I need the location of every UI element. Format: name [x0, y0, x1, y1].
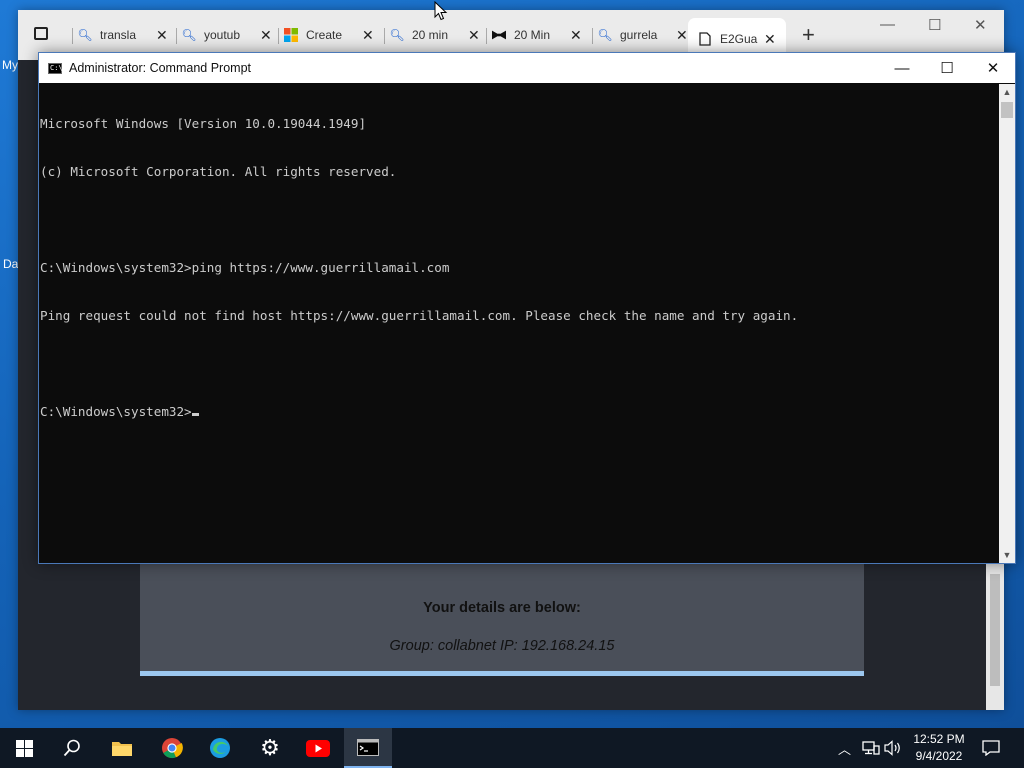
- network-button[interactable]: [862, 728, 880, 768]
- command-prompt-window: C:\ Administrator: Command Prompt — ☐ ✕ …: [38, 52, 1016, 564]
- minimize-button[interactable]: —: [879, 53, 925, 83]
- console-output[interactable]: Microsoft Windows [Version 10.0.19044.19…: [40, 84, 1000, 562]
- bowtie-icon: [492, 28, 506, 42]
- tab-label: 20 min: [412, 28, 449, 42]
- chrome-button[interactable]: [148, 728, 196, 768]
- network-icon: [862, 741, 880, 755]
- settings-button[interactable]: ⚙: [246, 728, 294, 768]
- microsoft-logo-icon: [284, 28, 298, 42]
- cmd-title-bar[interactable]: C:\ Administrator: Command Prompt — ☐ ✕: [39, 53, 1015, 83]
- tab-label: 20 Min: [514, 28, 551, 42]
- desktop-icon-label[interactable]: My: [2, 58, 18, 72]
- tab-actions-icon[interactable]: [34, 27, 48, 40]
- close-icon[interactable]: ✕: [362, 27, 374, 44]
- command-prompt-taskbar-button[interactable]: [344, 728, 392, 768]
- page-scrollbar[interactable]: [986, 560, 1004, 710]
- console-prompt: C:\Windows\system32>: [40, 404, 192, 419]
- tab-youtube[interactable]: 🔍︎ youtub ✕: [176, 22, 272, 48]
- clock[interactable]: 12:52 PM 9/4/2022: [906, 731, 972, 765]
- console-icon: [357, 738, 379, 756]
- close-icon[interactable]: ✕: [676, 27, 688, 44]
- notification-icon: [982, 740, 1000, 756]
- edge-button[interactable]: [196, 728, 244, 768]
- tab-create[interactable]: Create ✕: [278, 22, 374, 48]
- volume-button[interactable]: [884, 728, 902, 768]
- console-line: Microsoft Windows [Version 10.0.19044.19…: [40, 116, 367, 131]
- tab-label: youtub: [204, 28, 241, 42]
- youtube-icon: [306, 739, 330, 757]
- tab-label: gurrela: [620, 28, 658, 42]
- details-line: Group: collabnet IP: 192.168.24.15: [389, 638, 615, 654]
- details-title: Your details are below:: [423, 600, 581, 616]
- cmd-scrollbar[interactable]: ▲ ▼: [999, 84, 1015, 563]
- taskbar: ⚙ ︿ 12:52 PM 9/4/2022: [0, 728, 1024, 768]
- speaker-icon: [884, 740, 900, 756]
- search-icon: 🔍︎: [181, 28, 197, 42]
- clock-date: 9/4/2022: [915, 749, 963, 763]
- scroll-up-arrow-icon[interactable]: ▲: [999, 84, 1015, 100]
- maximize-icon[interactable]: ☐: [928, 16, 941, 34]
- maximize-button[interactable]: ☐: [924, 53, 970, 83]
- page-icon: [698, 32, 712, 46]
- edge-icon: [210, 738, 230, 758]
- search-button[interactable]: [48, 728, 96, 768]
- close-button[interactable]: ✕: [970, 53, 1016, 83]
- new-tab-button[interactable]: +: [802, 22, 815, 48]
- tab-translate[interactable]: 🔍︎ transla ✕: [72, 22, 168, 48]
- search-icon: 🔍︎: [389, 28, 405, 42]
- tab-20-min[interactable]: 🔍︎ 20 min ✕: [384, 22, 480, 48]
- scroll-down-arrow-icon[interactable]: ▼: [999, 547, 1015, 563]
- close-icon[interactable]: ✕: [764, 31, 776, 48]
- mouse-cursor-icon: [434, 1, 448, 21]
- show-hidden-icons-button[interactable]: ︿: [838, 728, 851, 768]
- console-line: (c) Microsoft Corporation. All rights re…: [40, 164, 397, 179]
- tab-label: E2Gua: [720, 32, 758, 46]
- close-icon[interactable]: ✕: [974, 16, 987, 34]
- windows-logo-icon: [15, 739, 33, 757]
- search-icon: [63, 739, 80, 757]
- tab-gurrela[interactable]: 🔍︎ gurrela ✕: [592, 22, 688, 48]
- minimize-icon[interactable]: —: [880, 16, 895, 33]
- tab-20-minute-mail[interactable]: 20 Min ✕: [486, 22, 582, 48]
- close-icon[interactable]: ✕: [156, 27, 168, 44]
- desktop-icon-label[interactable]: Da: [3, 257, 18, 271]
- console-icon: C:\: [48, 62, 63, 74]
- tab-label: transla: [100, 28, 137, 42]
- text-cursor: [191, 413, 199, 416]
- console-line: Ping request could not find host https:/…: [40, 308, 799, 323]
- chrome-icon: [162, 738, 183, 759]
- console-prompt-line[interactable]: C:\Windows\system32>: [40, 404, 1000, 420]
- tab-label: Create: [306, 28, 343, 42]
- gear-icon: ⚙: [260, 735, 280, 760]
- clock-time: 12:52 PM: [913, 732, 965, 746]
- close-icon[interactable]: ✕: [570, 27, 582, 44]
- close-icon[interactable]: ✕: [468, 27, 480, 44]
- close-icon[interactable]: ✕: [260, 27, 272, 44]
- youtube-button[interactable]: [294, 728, 342, 768]
- cmd-window-title: Administrator: Command Prompt: [69, 61, 252, 75]
- folder-icon: [112, 742, 132, 756]
- search-icon: 🔍︎: [597, 28, 613, 42]
- details-card: Your details are below: Group: collabnet…: [140, 562, 864, 676]
- start-button[interactable]: [0, 728, 48, 768]
- console-line: C:\Windows\system32>ping https://www.gue…: [40, 260, 450, 275]
- scrollbar-thumb[interactable]: [1001, 102, 1013, 118]
- scrollbar-thumb[interactable]: [990, 574, 1000, 686]
- file-explorer-button[interactable]: [98, 728, 146, 768]
- search-icon: 🔍︎: [77, 28, 93, 42]
- notifications-button[interactable]: [982, 728, 1000, 768]
- chevron-up-icon: ︿: [838, 741, 852, 757]
